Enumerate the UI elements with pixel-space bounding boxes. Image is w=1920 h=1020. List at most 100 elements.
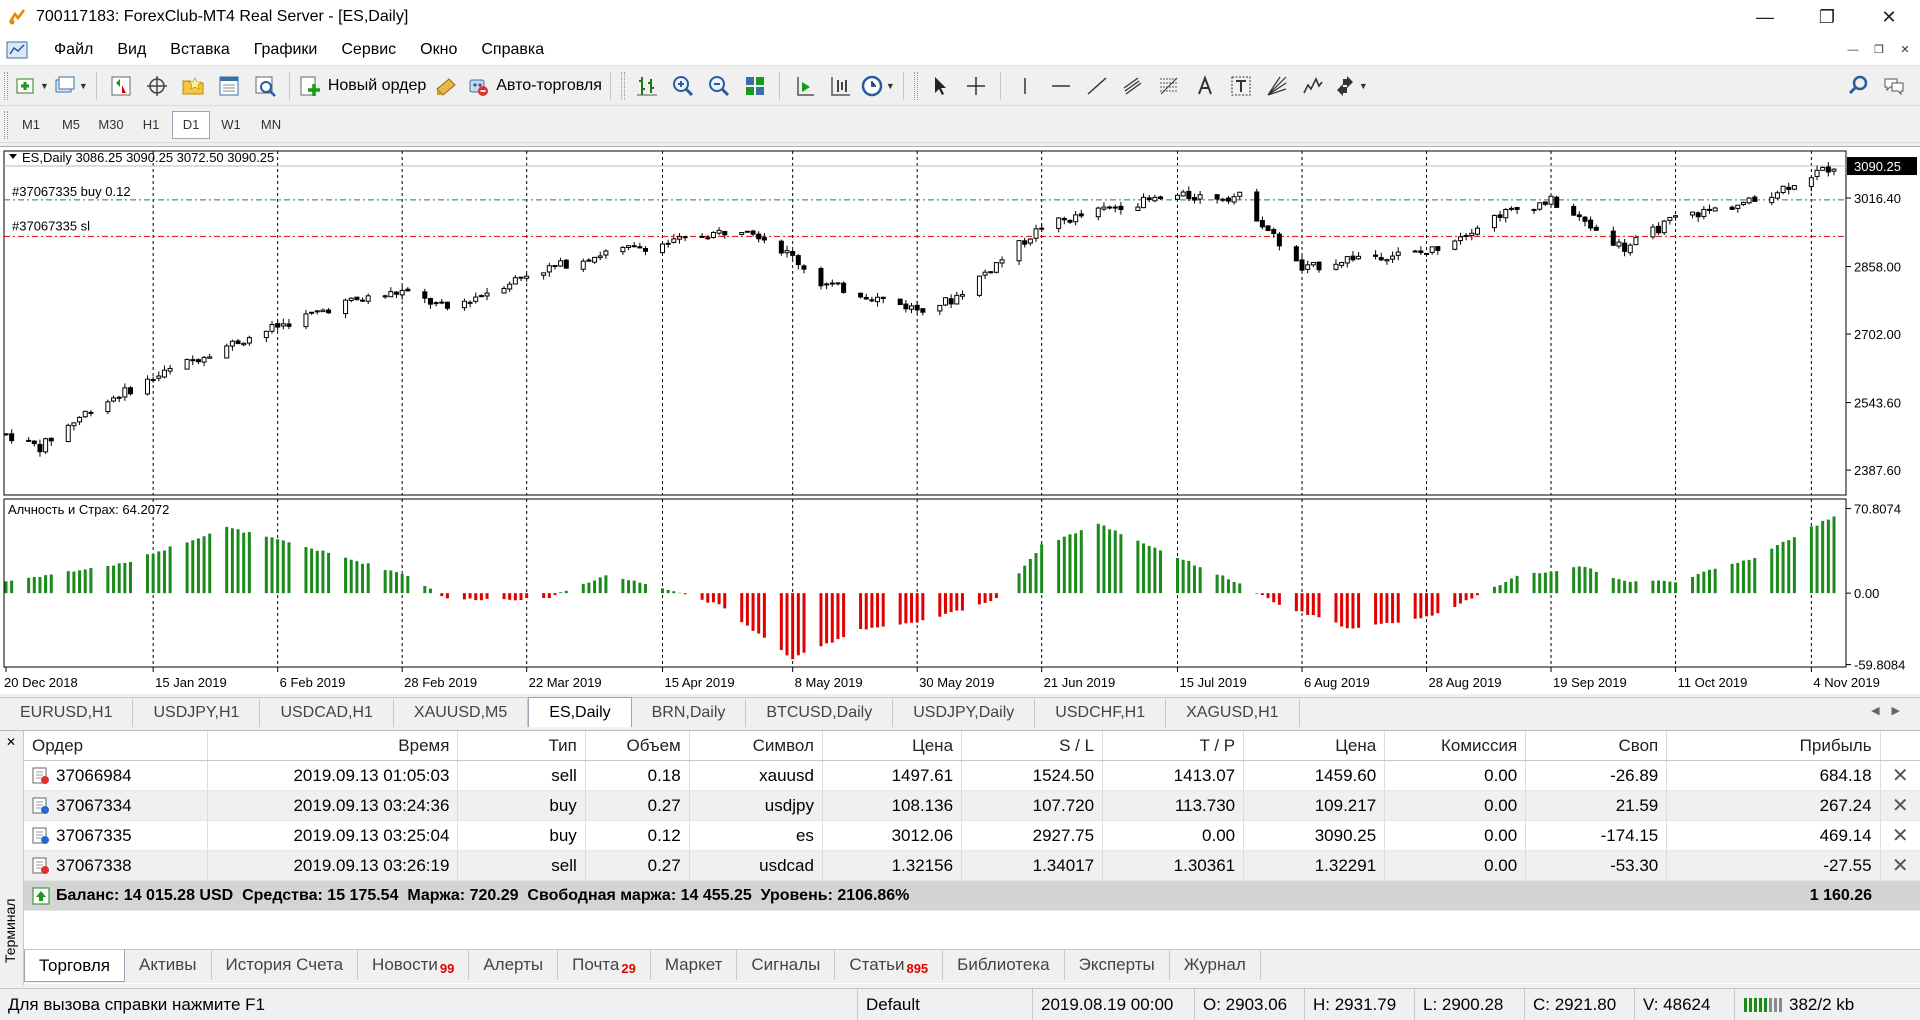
terminal-tab[interactable]: Активы [125, 950, 212, 980]
column-header[interactable]: Тип [458, 731, 586, 760]
terminal-tab[interactable]: История Счета [212, 950, 359, 980]
chart-tab[interactable]: XAGUSD,H1 [1166, 699, 1300, 727]
column-header[interactable]: Цена [823, 731, 963, 760]
chart-tab[interactable]: BRN,Daily [632, 699, 747, 727]
terminal-tab[interactable]: Журнал [1170, 950, 1261, 980]
navigator-button[interactable] [177, 70, 209, 102]
meta-editor-button[interactable] [430, 70, 462, 102]
trade-row[interactable]: 37067335 2019.09.13 03:25:04 buy 0.12 es 3012… [24, 821, 1920, 851]
column-header[interactable]: Цена [1244, 731, 1386, 760]
search-button[interactable] [1842, 70, 1874, 102]
column-header[interactable]: Время [208, 731, 459, 760]
menu-item-2[interactable]: Вставка [158, 34, 241, 66]
column-header[interactable]: Комиссия [1385, 731, 1527, 760]
close-order-icon[interactable]: ✕ [1881, 761, 1920, 790]
tab-scroll-arrows[interactable]: ◀▶ [1871, 704, 1912, 717]
mdi-close-button[interactable]: ✕ [1896, 42, 1914, 58]
terminal-tab[interactable]: Эксперты [1065, 950, 1170, 980]
toolbar-grip[interactable] [4, 71, 8, 100]
tester-button[interactable] [249, 70, 281, 102]
timeframe-button-d1[interactable]: D1 [172, 110, 210, 139]
menu-item-1[interactable]: Вид [105, 34, 158, 66]
terminal-tab[interactable]: Библиотека [943, 950, 1065, 980]
menu-item-3[interactable]: Графики [242, 34, 330, 66]
timeframe-button-m30[interactable]: M30 [92, 111, 130, 139]
column-header[interactable]: Прибыль [1667, 731, 1881, 760]
horizontal-line-tool-button[interactable] [1045, 70, 1077, 102]
column-header[interactable]: Своп [1526, 731, 1668, 760]
chart-window[interactable]: 20 Dec 2018 15 Jan 2019 6 Feb 2019 28 Feb 2… [0, 146, 1920, 694]
trade-row[interactable]: 37067334 2019.09.13 03:24:36 buy 0.27 usdjpy… [24, 791, 1920, 821]
trendline-tool-button[interactable] [1081, 70, 1113, 102]
price-chart[interactable]: 20 Dec 2018 15 Jan 2019 6 Feb 2019 28 Feb 2… [0, 147, 1920, 695]
chart-tab[interactable]: USDJPY,H1 [133, 699, 261, 727]
maximize-button[interactable]: ❐ [1796, 0, 1858, 34]
profiles-button[interactable]: ▼ [53, 70, 88, 102]
column-header[interactable]: T / P [1103, 731, 1245, 760]
periods-button[interactable]: ▼ [860, 70, 895, 102]
chart-tab[interactable]: ES,Daily [528, 697, 632, 727]
dropdown-arrow-icon[interactable]: ▼ [1359, 81, 1368, 91]
chart-tab[interactable]: USDCHF,H1 [1035, 699, 1167, 727]
chart-document-icon[interactable] [6, 40, 28, 60]
timeframe-button-m5[interactable]: M5 [52, 111, 90, 139]
terminal-tab[interactable]: Новости 99 [358, 950, 470, 980]
trade-row[interactable]: 37067338 2019.09.13 03:26:19 sell 0.27 usdca… [24, 851, 1920, 881]
chart-tab[interactable]: XAUUSD,M5 [394, 699, 529, 727]
toolbar-grip[interactable] [620, 71, 625, 100]
vertical-line-tool-button[interactable] [1009, 70, 1041, 102]
menu-item-0[interactable]: Файл [42, 34, 105, 66]
toolbar-grip[interactable] [913, 71, 918, 100]
chart-tab[interactable]: USDJPY,Daily [893, 699, 1036, 727]
fibonacci-tool-button[interactable] [1153, 70, 1185, 102]
new-chart-button[interactable]: ▼ [14, 70, 49, 102]
dropdown-arrow-icon[interactable]: ▼ [40, 81, 49, 91]
menu-item-6[interactable]: Справка [469, 34, 556, 66]
tile-windows-button[interactable] [739, 70, 771, 102]
chart-tab[interactable]: BTCUSD,Daily [746, 699, 894, 727]
terminal-tab[interactable]: Торговля [24, 950, 126, 982]
elliott-wave-tool-button[interactable] [1297, 70, 1329, 102]
terminal-tab[interactable]: Маркет [651, 950, 738, 980]
menu-item-4[interactable]: Сервис [329, 34, 408, 66]
mdi-restore-button[interactable]: ❐ [1870, 42, 1888, 58]
terminal-button[interactable] [213, 70, 245, 102]
dropdown-arrow-icon[interactable]: ▼ [886, 81, 895, 91]
terminal-tab[interactable]: Почта 29 [558, 950, 651, 980]
market-watch-button[interactable] [105, 70, 137, 102]
close-order-icon[interactable]: ✕ [1881, 821, 1920, 850]
terminal-tab[interactable]: Статьи 895 [835, 950, 944, 980]
equidistant-channel-tool-button[interactable] [1117, 70, 1149, 102]
text-label-tool-button[interactable] [1225, 70, 1257, 102]
column-header[interactable]: Символ [690, 731, 823, 760]
data-window-button[interactable] [141, 70, 173, 102]
trade-row[interactable]: 37066984 2019.09.13 01:05:03 sell 0.18 xauus… [24, 761, 1920, 791]
column-header[interactable]: Объем [586, 731, 690, 760]
column-header[interactable]: S / L [962, 731, 1104, 760]
zoom-out-button[interactable] [703, 70, 735, 102]
timeframe-button-mn[interactable]: MN [252, 111, 290, 139]
chart-tab[interactable]: USDCAD,H1 [260, 699, 394, 727]
close-order-icon[interactable]: ✕ [1881, 851, 1920, 880]
dropdown-arrow-icon[interactable]: ▼ [79, 81, 88, 91]
text-tool-button[interactable] [1189, 70, 1221, 102]
gann-tool-button[interactable] [1261, 70, 1293, 102]
zoom-in-button[interactable] [667, 70, 699, 102]
timeframe-button-m1[interactable]: M1 [12, 111, 50, 139]
autotrading-button[interactable]: Авто-торговля [466, 70, 602, 102]
auto-scroll-button[interactable] [788, 70, 820, 102]
chat-button[interactable] [1878, 70, 1910, 102]
toolbar-grip[interactable] [4, 110, 8, 139]
menu-item-5[interactable]: Окно [408, 34, 469, 66]
timeframe-button-w1[interactable]: W1 [212, 111, 250, 139]
crosshair-tool-button[interactable] [960, 70, 992, 102]
minimize-button[interactable]: — [1734, 0, 1796, 34]
mdi-minimize-button[interactable]: — [1844, 42, 1862, 58]
chart-tab[interactable]: EURUSD,H1 [0, 699, 134, 727]
new-order-button[interactable]: Новый ордер [298, 70, 426, 102]
cursor-tool-button[interactable] [924, 70, 956, 102]
bar-chart-button[interactable] [631, 70, 663, 102]
terminal-tab[interactable]: Сигналы [737, 950, 836, 980]
status-profile[interactable]: Default [858, 989, 1033, 1020]
column-header[interactable]: Ордер [24, 731, 209, 760]
